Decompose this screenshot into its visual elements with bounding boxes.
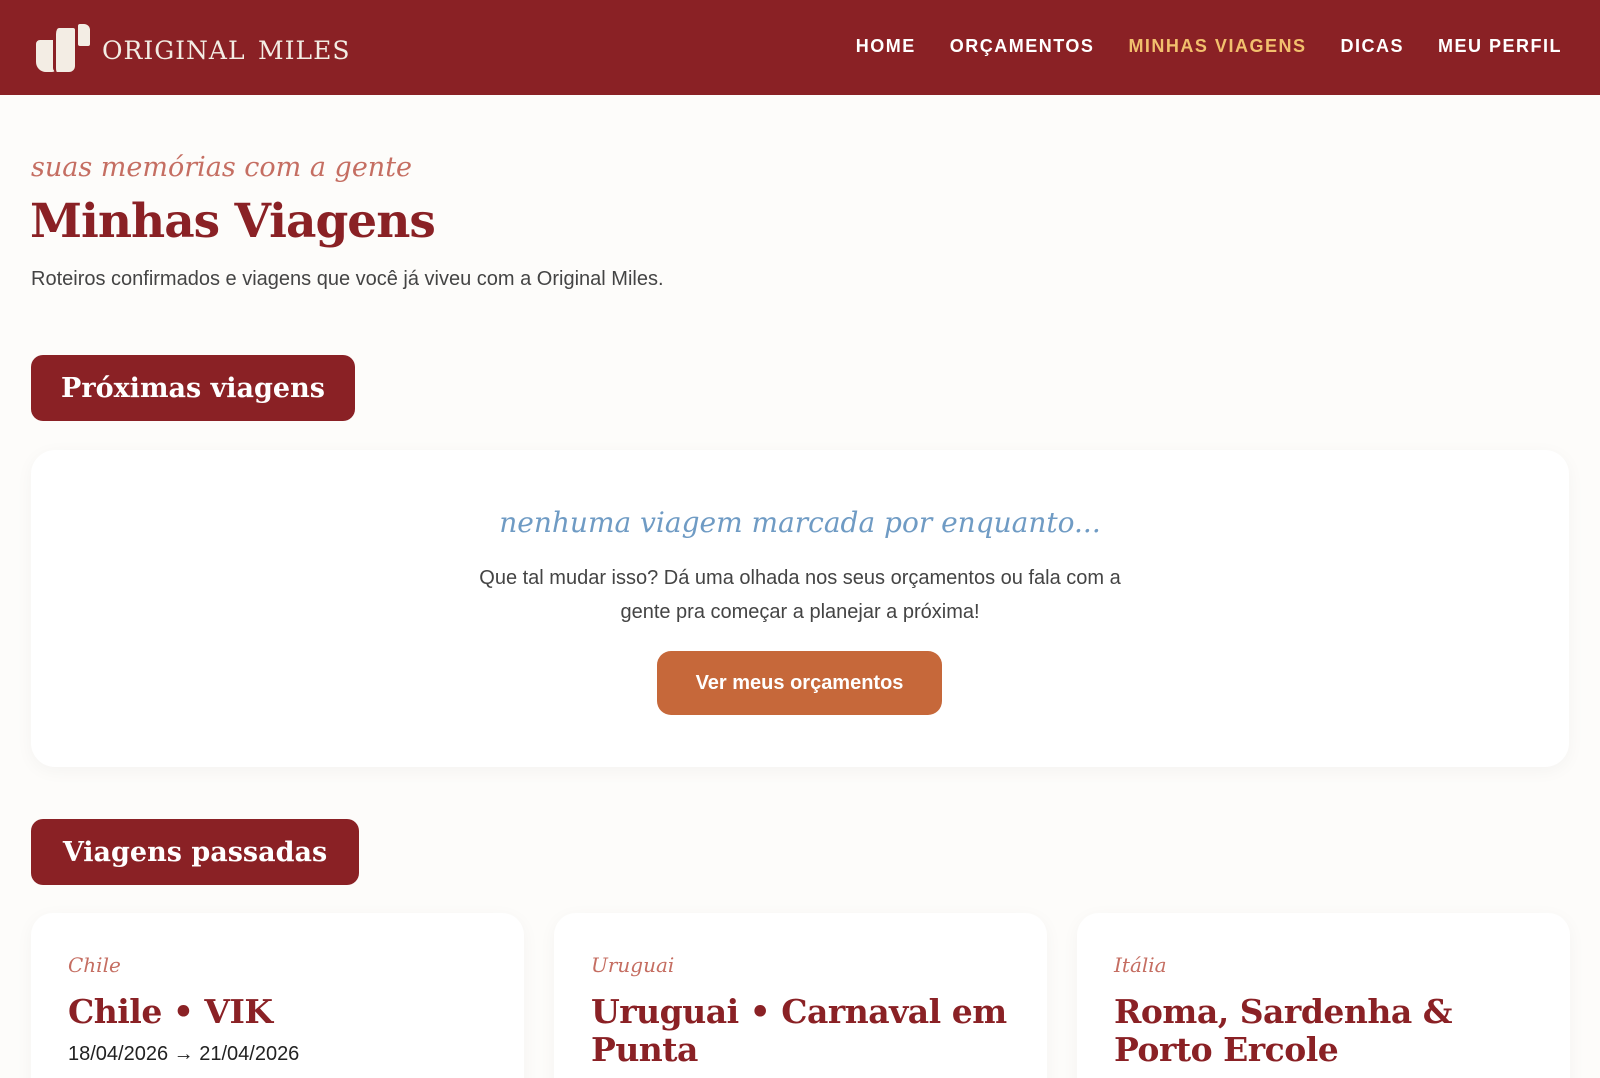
logo-mark-icon bbox=[36, 24, 92, 72]
section-label-past: Viagens passadas bbox=[31, 819, 359, 885]
page-subtitle: Roteiros confirmados e viagens que você … bbox=[31, 268, 664, 290]
main-nav: HOME ORÇAMENTOS MINHAS VIAGENS DICAS MEU… bbox=[856, 36, 1562, 57]
nav-item-orcamentos[interactable]: ORÇAMENTOS bbox=[950, 36, 1095, 57]
empty-state-title: nenhuma viagem marcada por enquanto... bbox=[499, 506, 1101, 539]
empty-state-text: Que tal mudar isso? Dá uma olhada nos se… bbox=[479, 567, 1121, 623]
trip-name: Roma, Sardenha & Porto Ercole bbox=[1114, 992, 1453, 1069]
top-navigation-bar: original miles HOME ORÇAMENTOS MINHAS VI… bbox=[0, 0, 1600, 95]
page-title: Minhas Viagens bbox=[30, 194, 436, 249]
nav-item-dicas[interactable]: DICAS bbox=[1340, 36, 1404, 57]
trip-card[interactable]: Uruguai Uruguai • Carnaval em Punta bbox=[554, 913, 1047, 1078]
brand-name: original miles bbox=[102, 27, 351, 68]
section-label-upcoming: Próximas viagens bbox=[31, 355, 355, 421]
trip-card[interactable]: Chile Chile • VIK 18/04/2026 → 21/04/202… bbox=[31, 913, 524, 1078]
trip-name: Uruguai • Carnaval em Punta bbox=[591, 992, 1007, 1069]
trip-name: Chile • VIK bbox=[68, 992, 273, 1031]
trip-card[interactable]: Itália Roma, Sardenha & Porto Ercole bbox=[1077, 913, 1570, 1078]
nav-item-meu-perfil[interactable]: MEU PERFIL bbox=[1438, 36, 1562, 57]
trip-country: Chile bbox=[68, 953, 121, 977]
trip-country: Uruguai bbox=[591, 953, 675, 977]
brand-logo[interactable]: original miles bbox=[36, 23, 350, 73]
page-eyebrow: suas memórias com a gente bbox=[31, 152, 413, 183]
trip-country: Itália bbox=[1114, 953, 1167, 977]
nav-item-home[interactable]: HOME bbox=[856, 36, 916, 57]
trip-dates: 18/04/2026 → 21/04/2026 bbox=[68, 1043, 300, 1065]
nav-item-minhas-viagens[interactable]: MINHAS VIAGENS bbox=[1128, 36, 1306, 57]
view-quotes-button[interactable]: Ver meus orçamentos bbox=[657, 651, 942, 715]
